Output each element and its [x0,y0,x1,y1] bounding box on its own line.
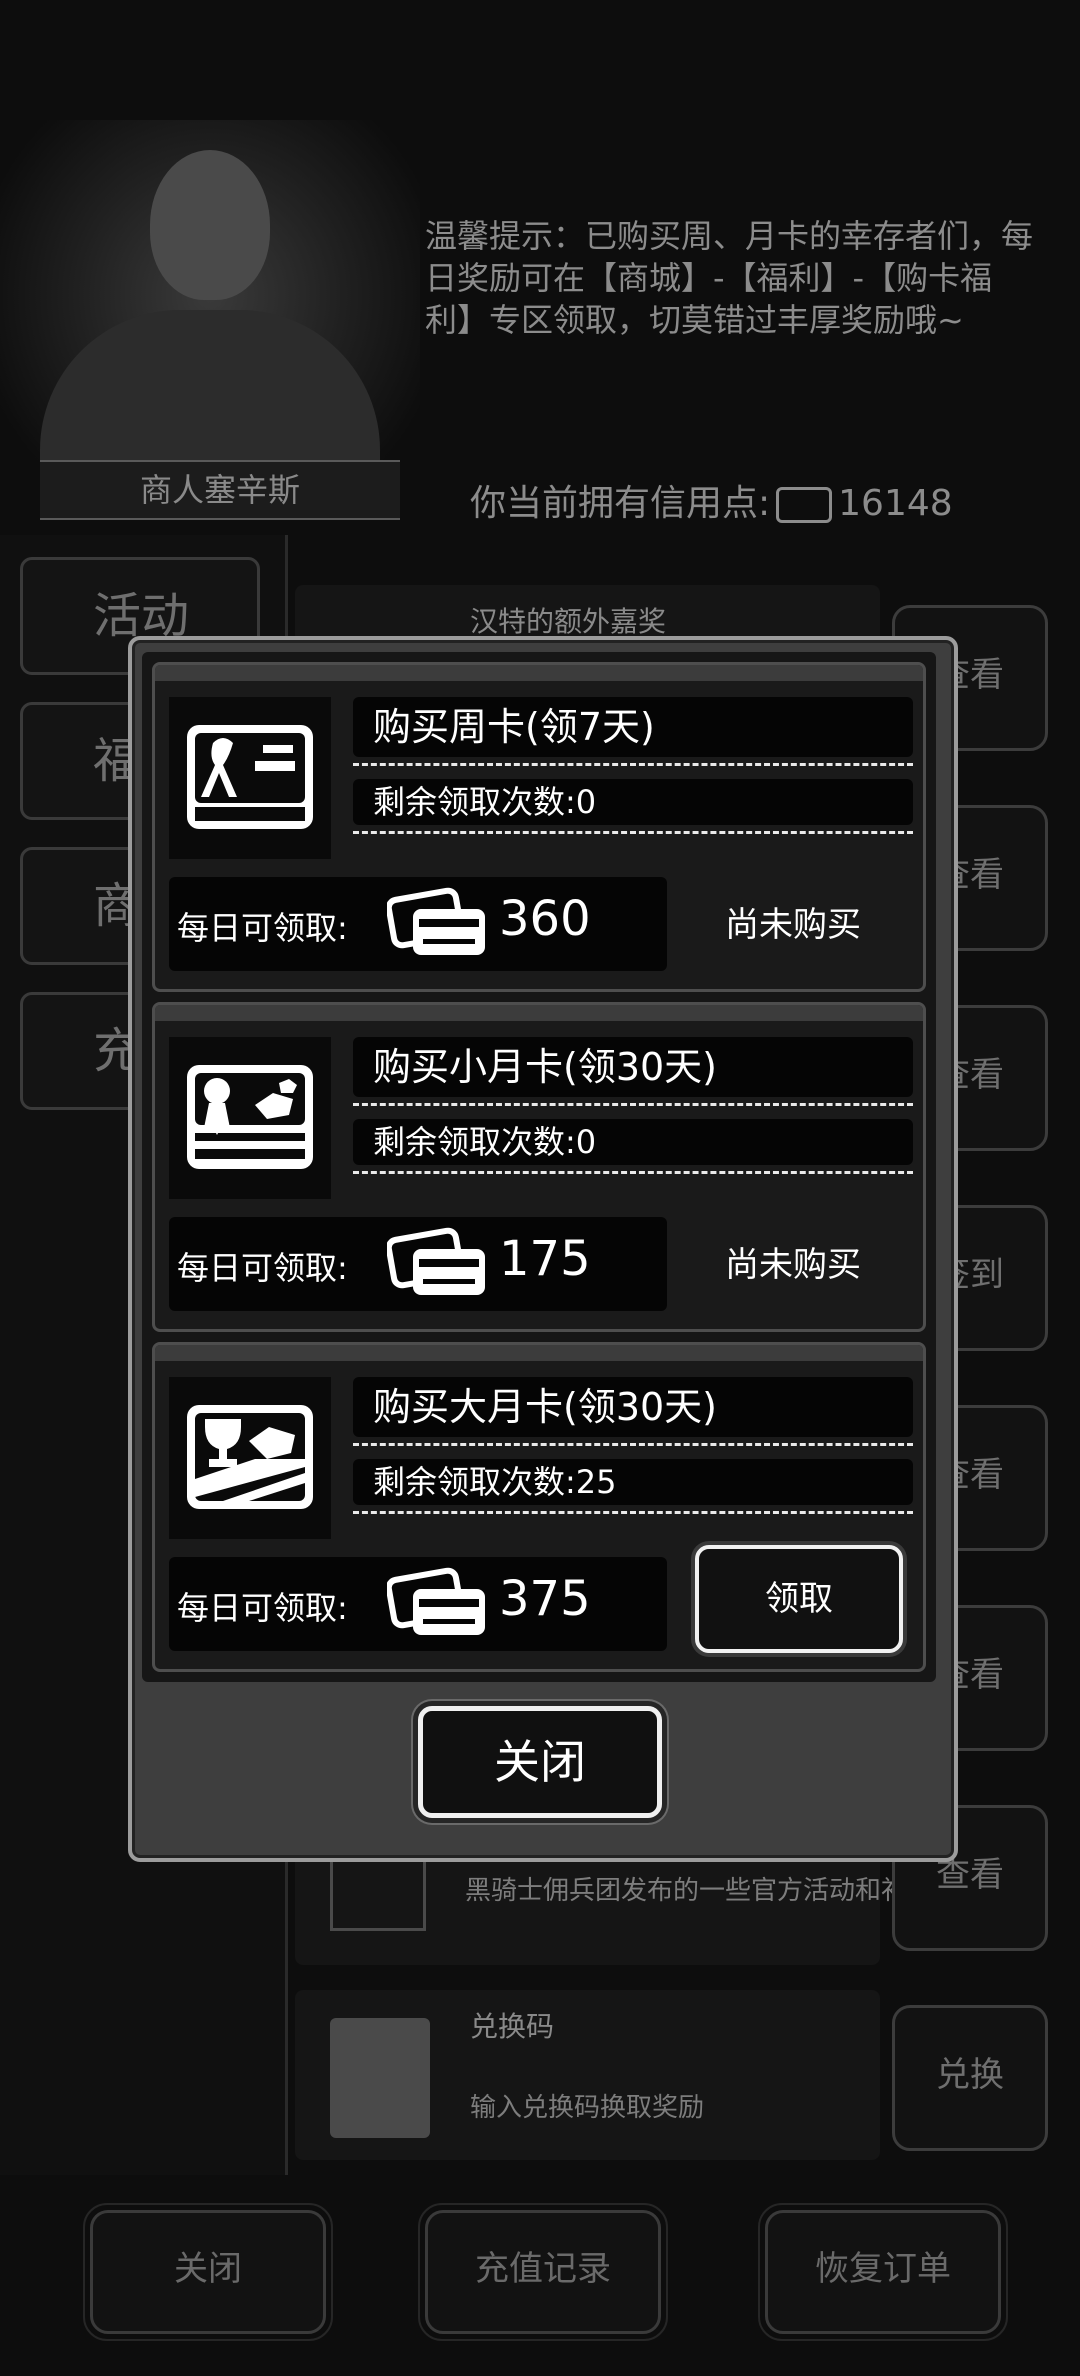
credit-label: 你当前拥有信用点: [470,483,771,524]
week-card-icon [169,697,331,859]
week-card-panel: 购买周卡(领7天) 剩余领取次数:0 每日可领取: 360 尚未购买 [152,662,926,992]
card-title: 购买周卡(领7天) [353,697,913,757]
credit-display: 你当前拥有信用点: 16148 [470,474,953,526]
dialog-close-button[interactable]: 关闭 [418,1706,662,1818]
daily-reward-label: 每日可领取: [177,1589,348,1627]
big-month-card-icon [169,1377,331,1539]
big-month-card-panel: 购买大月卡(领30天) 剩余领取次数:25 每日可领取: 375 领取 [152,1342,926,1672]
daily-reward-label: 每日可领取: [177,1249,348,1287]
daily-reward-box: 每日可领取: 375 [169,1557,667,1651]
remaining-count: 剩余领取次数:0 [353,1119,913,1165]
credit-card-icon [387,887,485,955]
card-list: 购买周卡(领7天) 剩余领取次数:0 每日可领取: 360 尚未购买 购买小月卡… [142,652,936,1682]
remaining-count: 剩余领取次数:25 [353,1459,913,1505]
merchant-name: 商人塞辛斯 [40,460,400,520]
restore-order-button[interactable]: 恢复订单 [758,2203,1008,2341]
not-purchased-status: 尚未购买 [725,905,861,945]
card-rewards-dialog: 购买周卡(领7天) 剩余领取次数:0 每日可领取: 360 尚未购买 购买小月卡… [128,636,958,1862]
daily-reward-box: 每日可领取: 175 [169,1217,667,1311]
event-row: 兑换码 输入兑换码换取奖励 [295,1990,880,2160]
recharge-history-button[interactable]: 充值记录 [418,2203,668,2341]
small-month-card-icon [169,1037,331,1199]
not-purchased-status: 尚未购买 [725,1245,861,1285]
scroll-icon [330,2018,430,2138]
daily-reward-box: 每日可领取: 360 [169,877,667,971]
daily-reward-value: 375 [499,1571,591,1627]
credit-card-icon [387,1227,485,1295]
daily-reward-value: 360 [499,891,591,947]
daily-reward-value: 175 [499,1231,591,1287]
event-title: 兑换码 [470,2010,555,2043]
credit-card-icon [387,1567,485,1635]
credit-value: 16148 [838,483,953,524]
card-title: 购买小月卡(领30天) [353,1037,913,1097]
daily-reward-label: 每日可领取: [177,909,348,947]
merchant-portrait [0,120,420,510]
small-month-card-panel: 购买小月卡(领30天) 剩余领取次数:0 每日可领取: 175 尚未购买 [152,1002,926,1332]
claim-button[interactable]: 领取 [695,1545,903,1653]
redeem-button[interactable]: 兑换 [892,2005,1048,2151]
credit-icon [776,487,833,523]
remaining-count: 剩余领取次数:0 [353,779,913,825]
tip-text: 温馨提示：已购买周、月卡的幸存者们，每日奖励可在【商城】-【福利】-【购卡福利】… [425,217,1034,339]
bottom-close-button[interactable]: 关闭 [83,2203,333,2341]
event-title: 汉特的额外嘉奖 [470,605,667,638]
card-title: 购买大月卡(领30天) [353,1377,913,1437]
